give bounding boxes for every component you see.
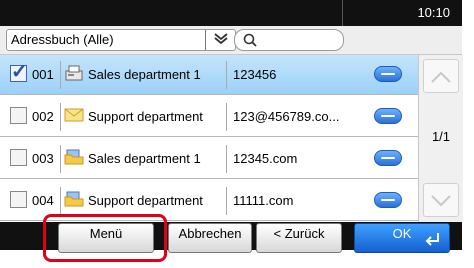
folder-icon [64, 149, 84, 165]
row-number: 003 [32, 151, 54, 166]
row-checkbox[interactable] [10, 107, 27, 124]
row-address: 123@456789.co... [233, 109, 340, 124]
row-divider [226, 103, 227, 131]
list-item[interactable]: 003 Sales department 1 12345.com [0, 139, 418, 179]
check-icon: ✓ [11, 61, 28, 83]
more-icon [381, 199, 395, 201]
highlight-frame [43, 214, 167, 262]
filter-bar: Adressbuch (Alle) [0, 26, 462, 55]
address-book-label: Adressbuch (Alle) [11, 32, 114, 47]
list-item[interactable]: ✓ 001 Sales department 1 123456 [0, 55, 418, 95]
address-list: ✓ 001 Sales department 1 123456 002 Supp… [0, 55, 418, 223]
back-button[interactable]: < Zurück [256, 223, 342, 253]
search-icon [243, 30, 257, 52]
chevron-up-icon [431, 71, 451, 83]
row-divider [60, 61, 61, 89]
row-address: 12345.com [233, 151, 298, 166]
more-icon [381, 115, 395, 117]
row-number: 002 [32, 109, 54, 124]
clock: 10:10 [417, 5, 450, 20]
chevron-down-icon [431, 195, 451, 207]
fax-icon [64, 65, 84, 81]
ok-button[interactable]: OK [354, 223, 450, 253]
chevron-down-icon[interactable] [205, 30, 236, 50]
row-name: Sales department 1 [88, 67, 201, 82]
row-number: 004 [32, 193, 54, 208]
status-divider [342, 0, 343, 26]
row-divider [60, 103, 61, 131]
status-bar: 10:10 [0, 0, 462, 26]
row-name: Support department [88, 193, 203, 208]
folder-icon [64, 191, 84, 207]
row-divider [226, 61, 227, 89]
row-address: 11111.com [233, 193, 294, 208]
page-indicator: 1/1 [431, 129, 451, 144]
details-button[interactable] [374, 66, 402, 82]
row-checkbox[interactable] [10, 149, 27, 166]
row-divider [226, 187, 227, 215]
row-number: 001 [32, 67, 54, 82]
row-divider [226, 145, 227, 173]
row-divider [60, 187, 61, 215]
row-divider [60, 145, 61, 173]
scroll-up-button[interactable] [423, 59, 459, 93]
list-item[interactable]: 002 Support department 123@456789.co... [0, 97, 418, 137]
more-icon [381, 157, 395, 159]
device-panel: 10:10 Adressbuch (Alle) ✓ 001 Sales depa… [0, 0, 463, 253]
row-name: Sales department 1 [88, 151, 201, 166]
details-button[interactable] [374, 108, 402, 124]
details-button[interactable] [374, 150, 402, 166]
row-checkbox[interactable]: ✓ [10, 61, 28, 83]
email-icon [64, 107, 84, 123]
address-book-select[interactable]: Adressbuch (Alle) [6, 29, 236, 51]
enter-arrow-icon [425, 232, 441, 250]
ok-label: OK [392, 226, 412, 241]
more-icon [381, 73, 395, 75]
scroll-down-button[interactable] [423, 183, 459, 217]
row-name: Support department [88, 109, 203, 124]
scroll-column: 1/1 [418, 55, 463, 222]
cancel-button[interactable]: Abbrechen [168, 223, 252, 253]
search-input[interactable] [234, 29, 344, 51]
row-checkbox[interactable] [10, 191, 27, 208]
details-button[interactable] [374, 192, 402, 208]
row-address: 123456 [233, 67, 277, 82]
